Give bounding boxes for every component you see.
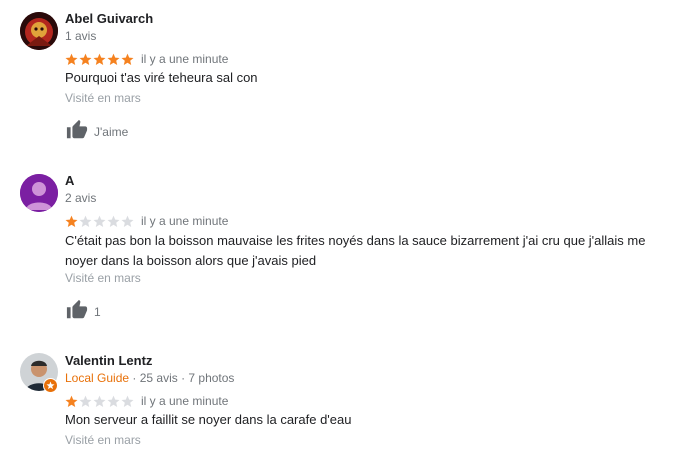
like-label: J'aime <box>94 125 129 139</box>
star-filled-icon <box>79 53 92 65</box>
star-empty-icon <box>121 215 134 227</box>
avatar[interactable] <box>20 12 58 50</box>
star-filled-icon <box>65 53 78 65</box>
thumbs-up-icon <box>66 119 88 146</box>
star-rating: il y a une minute <box>65 52 228 66</box>
star-rating: il y a une minute <box>65 394 228 408</box>
author-name[interactable]: Valentin Lentz <box>65 353 152 368</box>
avatar[interactable] <box>20 174 58 212</box>
review-text: C'était pas bon la boisson mauvaise les … <box>65 233 646 268</box>
star-filled-icon <box>121 53 134 65</box>
review-text: Mon serveur a faillit se noyer dans la c… <box>65 412 352 427</box>
author-stats[interactable]: Local Guide · 25 avis · 7 photos <box>65 371 234 385</box>
visited-date: Visité en mars <box>65 271 141 285</box>
author-name[interactable]: A <box>65 173 74 188</box>
star-filled-icon <box>65 215 78 227</box>
star-empty-icon <box>121 395 134 407</box>
avatar[interactable] <box>20 353 58 393</box>
author-stats[interactable]: 2 avis <box>65 191 96 205</box>
review-time: il y a une minute <box>141 394 229 408</box>
visited-date: Visité en mars <box>65 91 141 105</box>
review-text: Pourquoi t'as viré teheura sal con <box>65 70 258 85</box>
star-empty-icon <box>93 215 106 227</box>
star-filled-icon <box>65 395 78 407</box>
star-rating: il y a une minute <box>65 214 228 228</box>
author-name[interactable]: Abel Guivarch <box>65 11 153 26</box>
star-empty-icon <box>79 215 92 227</box>
local-guide-label: Local Guide <box>65 371 130 385</box>
visited-date: Visité en mars <box>65 433 141 447</box>
star-empty-icon <box>107 215 120 227</box>
review-time: il y a une minute <box>141 214 229 228</box>
star-empty-icon <box>107 395 120 407</box>
author-stats[interactable]: 1 avis <box>65 29 96 43</box>
star-filled-icon <box>107 53 120 65</box>
star-empty-icon <box>79 395 92 407</box>
author-counts: · 25 avis · 7 photos <box>129 371 235 385</box>
thumbs-up-icon <box>66 299 88 326</box>
star-filled-icon <box>93 53 106 65</box>
review-time: il y a une minute <box>141 52 229 66</box>
local-guide-badge-icon <box>43 378 58 393</box>
like-count: 1 <box>94 305 101 319</box>
like-button[interactable]: 1 <box>66 299 101 326</box>
star-empty-icon <box>93 395 106 407</box>
like-button[interactable]: J'aime <box>66 119 129 146</box>
